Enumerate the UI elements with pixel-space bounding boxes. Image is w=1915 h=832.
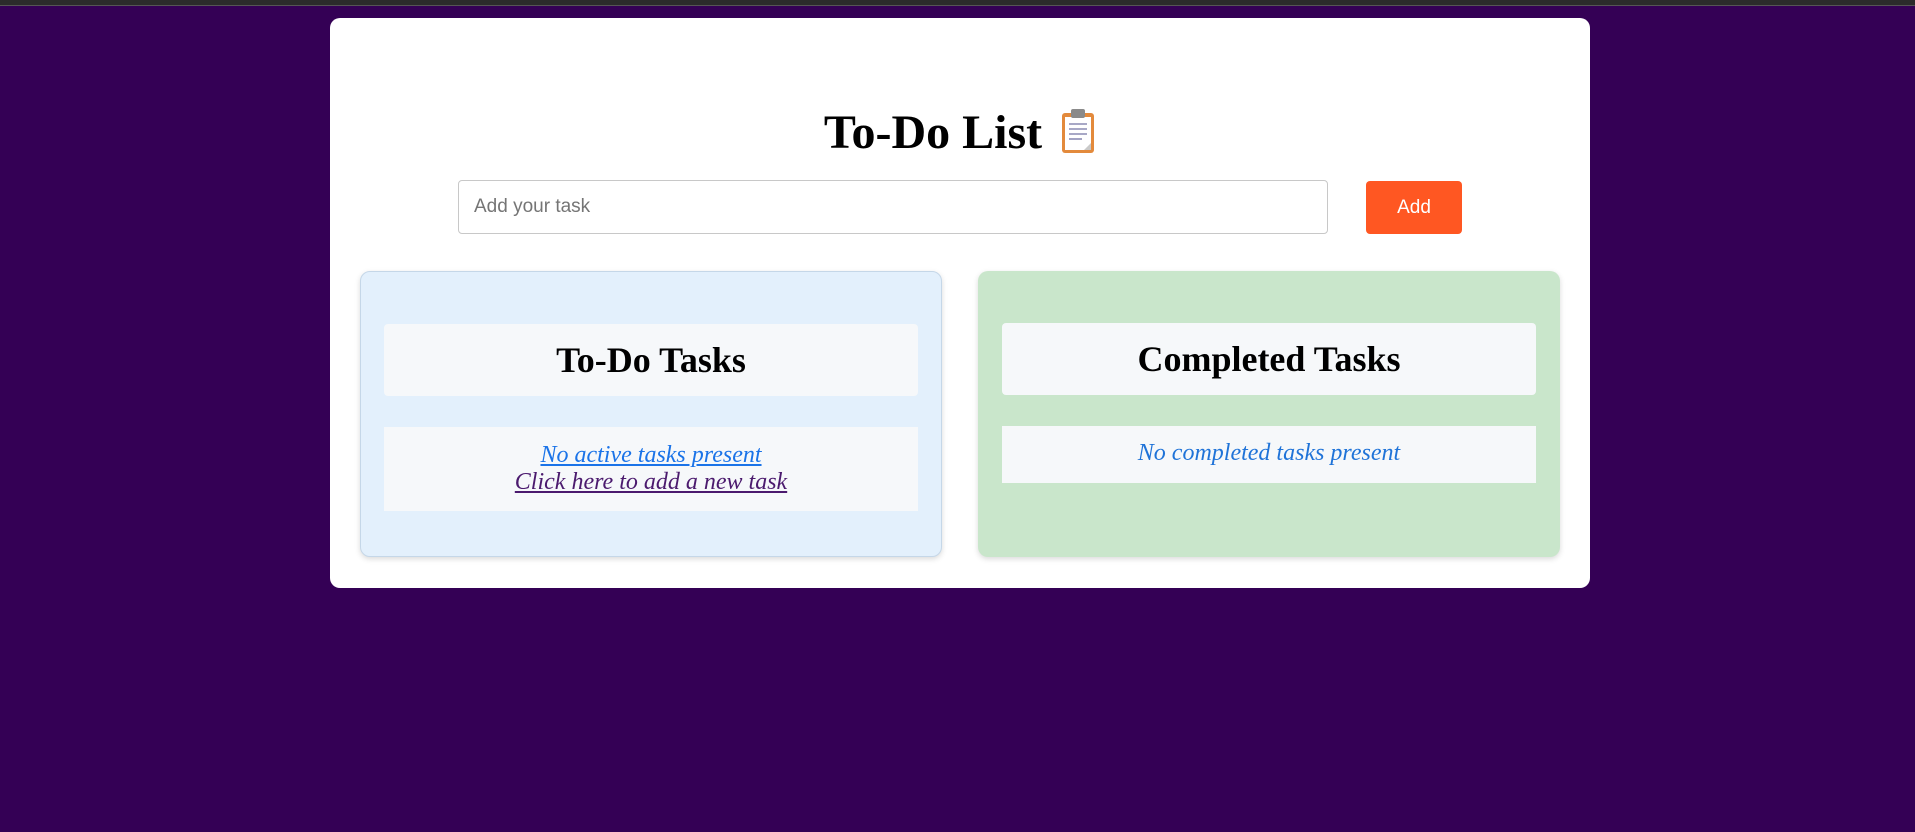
completed-empty-state: No completed tasks present [1002,426,1536,483]
todo-app-card: To-Do List Add To-Do Tasks No active tas… [330,18,1590,588]
page-title-text: To-Do List [823,106,1043,159]
todo-tasks-heading: To-Do Tasks [384,324,918,396]
page-title: To-Do List [330,103,1590,163]
no-completed-tasks-text: No completed tasks present [1137,440,1401,466]
browser-top-strip [0,0,1915,6]
completed-tasks-panel: Completed Tasks No completed tasks prese… [978,271,1560,557]
clipboard-icon [1060,108,1096,154]
todo-tasks-panel: To-Do Tasks No active tasks present Clic… [360,271,942,557]
add-new-task-link[interactable]: Click here to add a new task [515,469,787,495]
completed-tasks-heading: Completed Tasks [1002,323,1536,395]
todo-empty-state: No active tasks present Click here to ad… [384,427,918,511]
add-task-button[interactable]: Add [1366,181,1462,234]
no-active-tasks-link[interactable]: No active tasks present [540,442,761,468]
task-input[interactable] [458,180,1328,234]
